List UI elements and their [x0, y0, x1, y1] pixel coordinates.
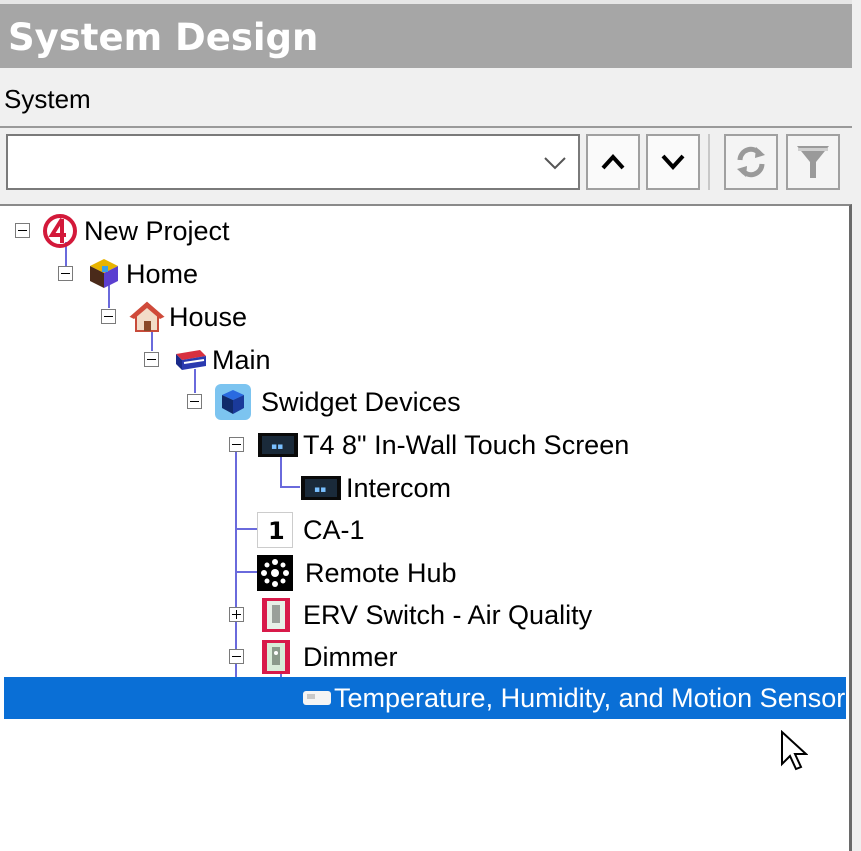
panel-title-bar: System Design [0, 0, 861, 68]
tree-node-label: House [169, 301, 248, 332]
hub-icon [257, 555, 293, 591]
tree-node-label: T4 8" In-Wall Touch Screen [303, 429, 630, 460]
tree-node-label: Main [212, 344, 271, 375]
sensor-icon [300, 680, 334, 716]
collapse-toggle[interactable] [15, 223, 30, 238]
system-tree[interactable]: New Project Home House Main Swidget Devi… [0, 204, 852, 851]
collapse-toggle[interactable] [229, 649, 244, 664]
toolbar-divider [708, 134, 710, 190]
right-edge-strip [852, 0, 861, 851]
tree-node-label: Swidget Devices [261, 386, 461, 417]
collapse-toggle[interactable] [58, 266, 73, 281]
filter-icon [797, 146, 829, 178]
tree-node-label: Temperature, Humidity, and Motion Sensor [334, 682, 846, 713]
device-folder-icon [215, 384, 251, 420]
mouse-pointer-icon [781, 730, 808, 771]
filter-button[interactable] [786, 134, 840, 190]
tree-connector [236, 571, 258, 573]
panel-title: System Design [8, 16, 319, 59]
tree-node-house[interactable]: House [129, 297, 247, 337]
dimmer-icon [259, 639, 293, 675]
touch-screen-icon: ▪▪ [257, 427, 299, 463]
tree-node-home[interactable]: Home [86, 254, 198, 294]
search-combo[interactable] [6, 134, 580, 190]
intercom-icon: ▪▪ [300, 470, 342, 506]
svg-text:▪▪: ▪▪ [314, 485, 326, 495]
tree-node-label: Remote Hub [305, 557, 457, 588]
refresh-button[interactable] [724, 134, 778, 190]
tree-connector [280, 486, 300, 488]
tree-node-label: Home [126, 258, 199, 289]
svg-text:▪▪: ▪▪ [271, 442, 283, 452]
tree-node-intercom[interactable]: ▪▪ Intercom [300, 468, 451, 508]
tree-node-remote-hub[interactable]: Remote Hub [257, 553, 457, 593]
collapse-toggle[interactable] [187, 394, 202, 409]
chevron-down-icon[interactable] [542, 150, 568, 174]
tree-node-main[interactable]: Main [172, 340, 271, 380]
tree-node-label: ERV Switch - Air Quality [303, 599, 593, 630]
toolbar [0, 126, 861, 204]
tree-node-swidget-devices[interactable]: Swidget Devices [215, 382, 461, 422]
move-up-button[interactable] [586, 134, 640, 190]
tab-system[interactable]: System [4, 84, 91, 115]
tree-node-touch-screen[interactable]: ▪▪ T4 8" In-Wall Touch Screen [257, 425, 629, 465]
chevron-up-icon [601, 154, 625, 170]
home-site-icon [86, 256, 122, 292]
tree-node-label: New Project [84, 215, 230, 246]
tree-node-label: Intercom [346, 472, 452, 503]
chevron-down-icon [661, 154, 685, 170]
tree-node-sensor[interactable]: Temperature, Humidity, and Motion Sensor [300, 678, 845, 718]
switch-icon [259, 597, 293, 633]
tree-node-ca-1[interactable]: 1 CA-1 [257, 510, 365, 550]
tree-node-dimmer[interactable]: Dimmer [259, 637, 398, 677]
tree-node-label: Dimmer [303, 641, 398, 672]
project-logo-icon [42, 213, 78, 249]
expand-toggle[interactable] [229, 607, 244, 622]
svg-text:1: 1 [268, 517, 285, 545]
floor-icon [172, 342, 208, 378]
house-icon [129, 299, 165, 335]
collapse-toggle[interactable] [101, 309, 116, 324]
move-down-button[interactable] [646, 134, 700, 190]
tree-connector [236, 528, 258, 530]
collapse-toggle[interactable] [229, 437, 244, 452]
collapse-toggle[interactable] [144, 352, 159, 367]
tree-connector [235, 452, 237, 712]
panel-tab-bar: System [0, 68, 861, 126]
tree-node-new-project[interactable]: New Project [42, 211, 230, 251]
controller-one-icon: 1 [257, 512, 293, 548]
tree-node-label: CA-1 [303, 514, 365, 545]
refresh-icon [737, 146, 765, 178]
tree-node-erv-switch[interactable]: ERV Switch - Air Quality [259, 595, 592, 635]
tree-node-sensor-selected-row[interactable]: Temperature, Humidity, and Motion Sensor [4, 677, 846, 719]
